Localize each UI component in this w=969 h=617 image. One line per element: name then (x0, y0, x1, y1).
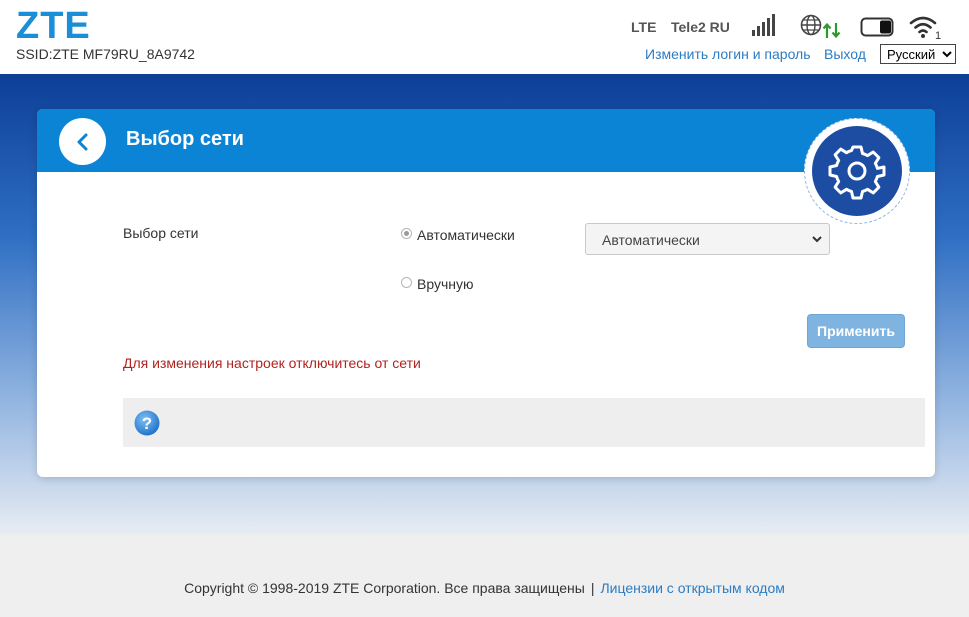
footer-separator: | (590, 580, 595, 596)
logout-link[interactable]: Выход (824, 46, 866, 62)
copyright-text: Copyright © 1998-2019 ZTE Corporation. В… (184, 580, 585, 596)
battery-icon (860, 17, 894, 37)
settings-badge (804, 118, 910, 224)
network-selection-panel: Выбор сети Выбор сети Автоматически Вруч… (37, 109, 935, 477)
top-header: ZTE SSID:ZTE MF79RU_8A9742 LTE Tele2 RU … (0, 0, 969, 74)
help-bar: ? (123, 398, 925, 447)
radio-manual[interactable] (401, 277, 412, 288)
chevron-left-icon (77, 133, 87, 150)
apply-button[interactable]: Применить (807, 314, 905, 348)
footer: Copyright © 1998-2019 ZTE Corporation. В… (0, 580, 969, 596)
network-selection-label: Выбор сети (123, 225, 199, 241)
back-button[interactable] (59, 118, 106, 165)
page-title: Выбор сети (126, 128, 244, 150)
help-icon[interactable]: ? (134, 410, 160, 436)
internet-connected-icon (800, 14, 841, 39)
gear-icon (828, 145, 886, 200)
radio-manual-label[interactable]: Вручную (417, 276, 474, 292)
ssid-label: SSID:ZTE MF79RU_8A9742 (16, 46, 195, 62)
language-select[interactable]: Русский (880, 44, 956, 64)
svg-text:?: ? (142, 414, 152, 433)
network-mode-select[interactable]: Автоматически (585, 223, 830, 255)
operator-name: Tele2 RU (671, 19, 730, 35)
signal-strength-icon (752, 14, 775, 36)
settings-badge-circle (812, 126, 902, 216)
network-mode-value: Автоматически (602, 232, 700, 248)
network-type: LTE (631, 19, 657, 35)
wifi-client-count: 1 (935, 30, 941, 40)
zte-logo: ZTE (16, 5, 91, 47)
disconnect-warning: Для изменения настроек отключитесь от се… (123, 355, 421, 371)
radio-automatic[interactable] (401, 228, 412, 239)
radio-automatic-label[interactable]: Автоматически (417, 227, 515, 243)
open-source-license-link[interactable]: Лицензии с открытым кодом (600, 580, 784, 596)
panel-header: Выбор сети (37, 109, 935, 172)
change-login-link[interactable]: Изменить логин и пароль (645, 46, 811, 62)
wifi-icon: 1 (909, 16, 941, 40)
chevron-down-icon (812, 236, 822, 243)
